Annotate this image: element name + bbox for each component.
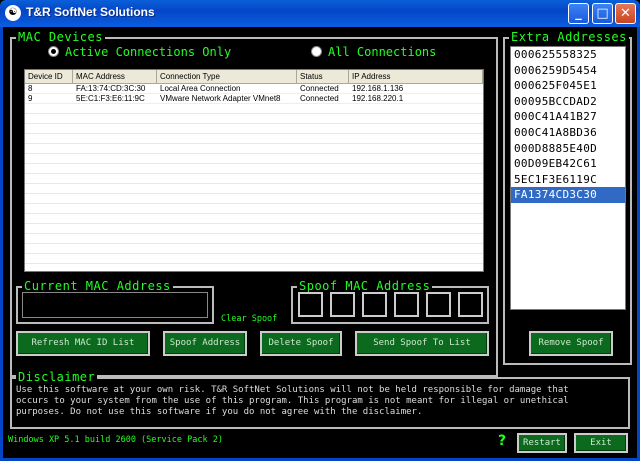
table-grid [25,84,483,271]
table-header: Device ID MAC Address Connection Type St… [25,70,483,84]
table-row[interactable]: 8 FA:13:74:CD:3C:30 Local Area Connectio… [25,84,483,94]
cell-ip: 192.168.220.1 [352,94,404,103]
column-header[interactable]: Status [297,70,349,83]
extra-address-item[interactable]: 000625558325 [511,47,625,63]
extra-address-item[interactable]: 00D09EB42C61 [511,156,625,172]
column-header[interactable]: Connection Type [157,70,297,83]
help-icon[interactable]: ? [498,433,506,449]
send-spoof-to-list-button[interactable]: Send Spoof To List [355,331,489,356]
cell-status: Connected [300,84,339,93]
disclaimer-line: purposes. Do not use this software if yo… [16,407,423,417]
radio-active-connections[interactable]: Active Connections Only [48,45,231,59]
column-header[interactable]: IP Address [349,70,483,83]
close-button[interactable]: ✕ [615,3,636,24]
cell-status: Connected [300,94,339,103]
table-row[interactable]: 9 5E:C1:F3:E6:11:9C VMware Network Adapt… [25,94,483,104]
refresh-mac-list-button[interactable]: Refresh MAC ID List [16,331,150,356]
radio-all-label: All Connections [328,45,437,59]
extra-address-item[interactable]: FA1374CD3C30 [511,187,625,203]
os-status-text: Windows XP 5.1 build 2600 (Service Pack … [8,435,223,445]
title-bar[interactable]: ☯ T&R SoftNet Solutions _ □ ✕ [0,0,640,27]
column-header[interactable]: MAC Address [73,70,157,83]
minimize-button[interactable]: _ [568,3,589,24]
cell-device-id: 8 [28,84,33,93]
cell-connection-type: Local Area Connection [160,84,241,93]
spoof-byte-5[interactable] [426,292,451,317]
radio-selected-icon [48,46,59,57]
radio-active-label: Active Connections Only [65,45,232,59]
cell-mac: 5E:C1:F3:E6:11:9C [76,94,145,103]
disclaimer-text: Use this software at your own risk. T&R … [16,385,624,418]
current-mac-legend: Current MAC Address [22,279,173,293]
current-mac-field[interactable] [22,292,208,318]
extra-address-item[interactable]: 000C41A41B27 [511,109,625,125]
app-logo-icon: ☯ [5,5,21,21]
spoof-byte-1[interactable] [298,292,323,317]
cell-ip: 192.168.1.136 [352,84,404,93]
remove-spoof-button[interactable]: Remove Spoof [529,331,613,356]
disclaimer-line: occurs to your system from the use of th… [16,396,569,406]
extra-addresses-list[interactable]: 000625558325 0006259D5454 000625F045E1 0009… [510,46,626,310]
cell-mac: FA:13:74:CD:3C:30 [76,84,146,93]
exit-button[interactable]: Exit [574,433,628,453]
extra-address-item[interactable]: 0006259D5454 [511,63,625,79]
maximize-button[interactable]: □ [592,3,613,24]
devices-table[interactable]: Device ID MAC Address Connection Type St… [24,69,484,272]
mac-devices-legend: MAC Devices [16,30,105,44]
radio-unselected-icon [311,46,322,57]
spoof-byte-3[interactable] [362,292,387,317]
spoof-address-button[interactable]: Spoof Address [163,331,247,356]
extra-address-item[interactable]: 000625F045E1 [511,78,625,94]
restart-button[interactable]: Restart [517,433,567,453]
spoof-byte-4[interactable] [394,292,419,317]
extra-address-item[interactable]: 00095BCCDAD2 [511,94,625,110]
cell-connection-type: VMware Network Adapter VMnet8 [160,94,281,103]
radio-all-connections[interactable]: All Connections [311,45,436,59]
extra-address-item[interactable]: 000D8885E40D [511,141,625,157]
extra-address-item[interactable]: 000C41A8BD36 [511,125,625,141]
disclaimer-legend: Disclaimer [16,370,98,384]
delete-spoof-button[interactable]: Delete Spoof [260,331,342,356]
spoof-byte-6[interactable] [458,292,483,317]
clear-spoof-link[interactable]: Clear Spoof [221,314,277,324]
cell-device-id: 9 [28,94,33,103]
extra-addresses-legend: Extra Addresses [509,30,629,44]
spoof-mac-legend: Spoof MAC Address [297,279,433,293]
window-title: T&R SoftNet Solutions [26,5,155,19]
column-header[interactable]: Device ID [25,70,73,83]
extra-address-item[interactable]: 5EC1F3E6119C [511,172,625,188]
disclaimer-line: Use this software at your own risk. T&R … [16,385,569,395]
spoof-byte-2[interactable] [330,292,355,317]
